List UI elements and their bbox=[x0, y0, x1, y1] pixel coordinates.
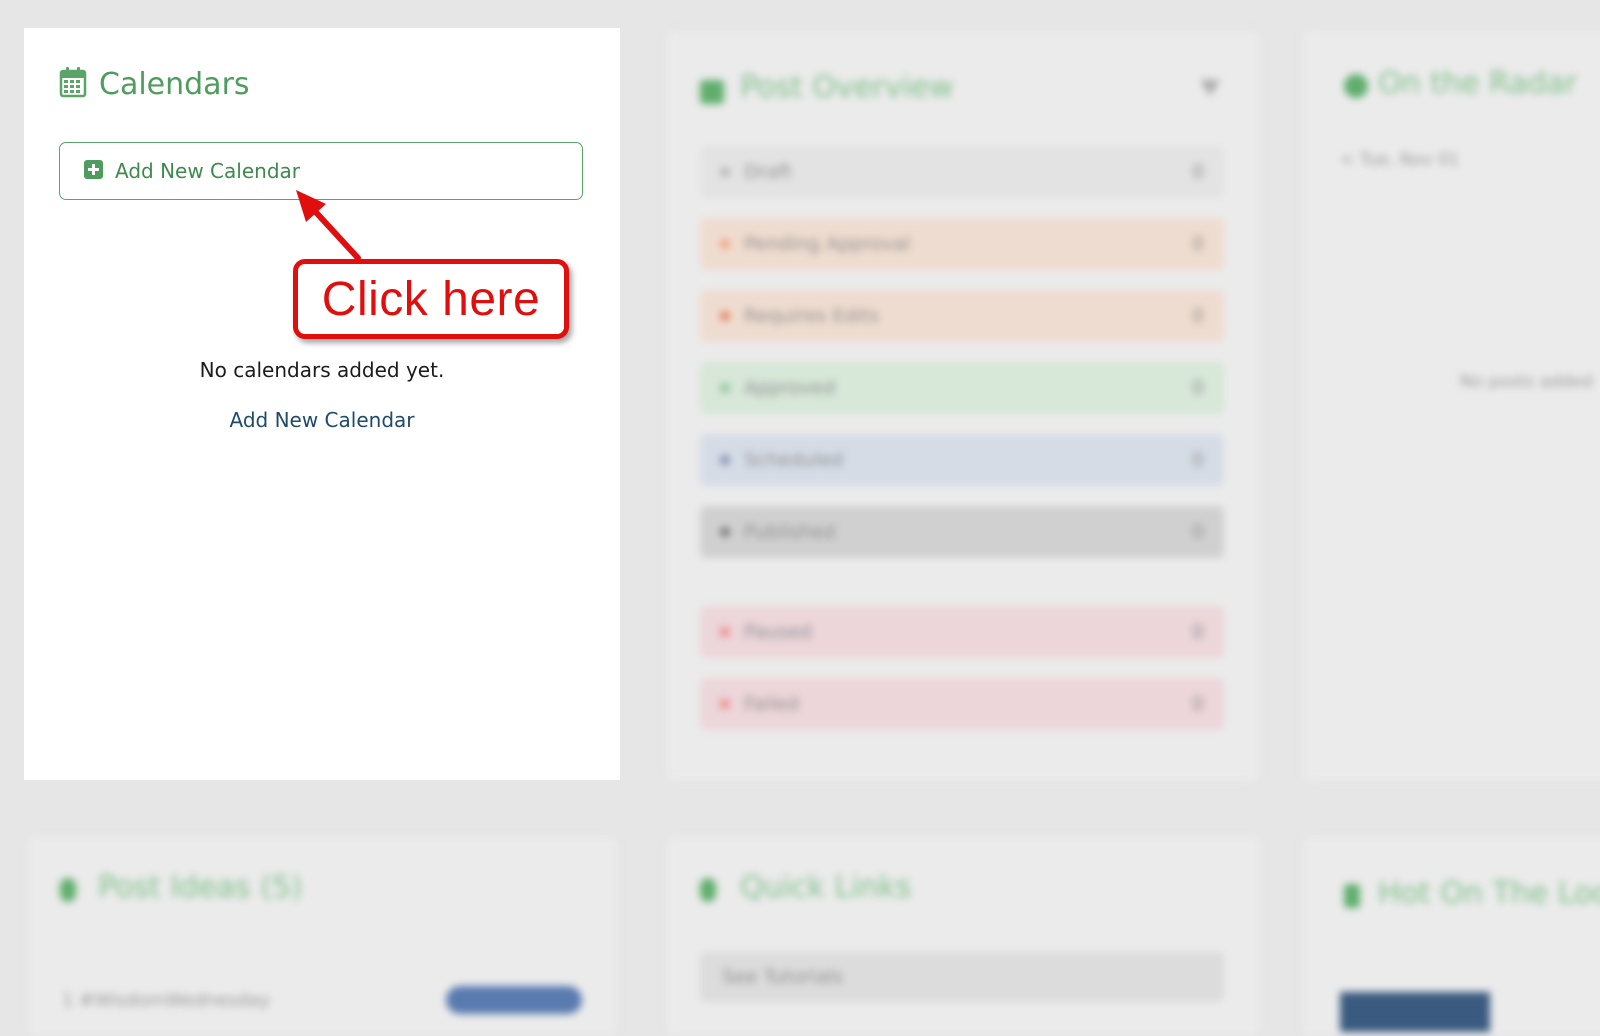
on-the-radar-title: On the Radar bbox=[1378, 66, 1578, 101]
status-row-requires-edits: Requires Edits 0 bbox=[700, 290, 1224, 342]
status-row-published: Published 0 bbox=[700, 506, 1224, 558]
on-the-radar-card bbox=[1302, 30, 1600, 782]
plus-square-icon bbox=[60, 159, 103, 183]
status-row-pending: Pending Approval 0 bbox=[700, 218, 1224, 270]
click-here-callout: Click here bbox=[293, 259, 569, 339]
status-row-approved: Approved 0 bbox=[700, 362, 1224, 414]
radar-icon bbox=[1344, 74, 1368, 98]
overview-icon bbox=[700, 80, 724, 104]
quick-links-icon bbox=[700, 878, 716, 902]
status-row-draft: Draft 0 bbox=[700, 146, 1224, 198]
status-row-failed: Failed 0 bbox=[700, 678, 1224, 730]
add-new-calendar-button[interactable]: Add New Calendar bbox=[59, 142, 583, 200]
calendars-card: Calendars Add New Calendar No calendars … bbox=[24, 28, 620, 780]
filter-icon bbox=[1200, 80, 1220, 96]
calendars-title: Calendars bbox=[99, 66, 250, 102]
calendars-header: Calendars bbox=[59, 66, 250, 102]
add-new-calendar-button-label: Add New Calendar bbox=[115, 159, 300, 183]
radar-date: < Tue, Nov 01 bbox=[1340, 150, 1460, 170]
post-idea-badge bbox=[446, 986, 582, 1014]
lightbulb-icon bbox=[60, 878, 76, 902]
status-row-scheduled: Scheduled 0 bbox=[700, 434, 1224, 486]
quick-links-card bbox=[666, 836, 1260, 1036]
post-ideas-first-item: 1 #WisdomWednesday bbox=[62, 990, 271, 1011]
hot-icon bbox=[1344, 884, 1360, 908]
hot-on-the-loop-title: Hot On The Loo bbox=[1378, 876, 1600, 911]
quick-link-item: See Tutorials bbox=[700, 952, 1224, 1002]
post-overview-title: Post Overview bbox=[740, 70, 954, 105]
status-row-paused: Paused 0 bbox=[700, 606, 1224, 658]
hot-thumbnail bbox=[1340, 992, 1490, 1032]
calendar-icon bbox=[59, 66, 87, 102]
add-new-calendar-link[interactable]: Add New Calendar bbox=[24, 408, 620, 432]
quick-links-title: Quick Links bbox=[740, 870, 912, 905]
radar-empty-message: No posts added bbox=[1460, 372, 1593, 392]
post-ideas-title: Post Ideas (5) bbox=[98, 870, 303, 905]
no-calendars-message: No calendars added yet. bbox=[199, 358, 445, 382]
